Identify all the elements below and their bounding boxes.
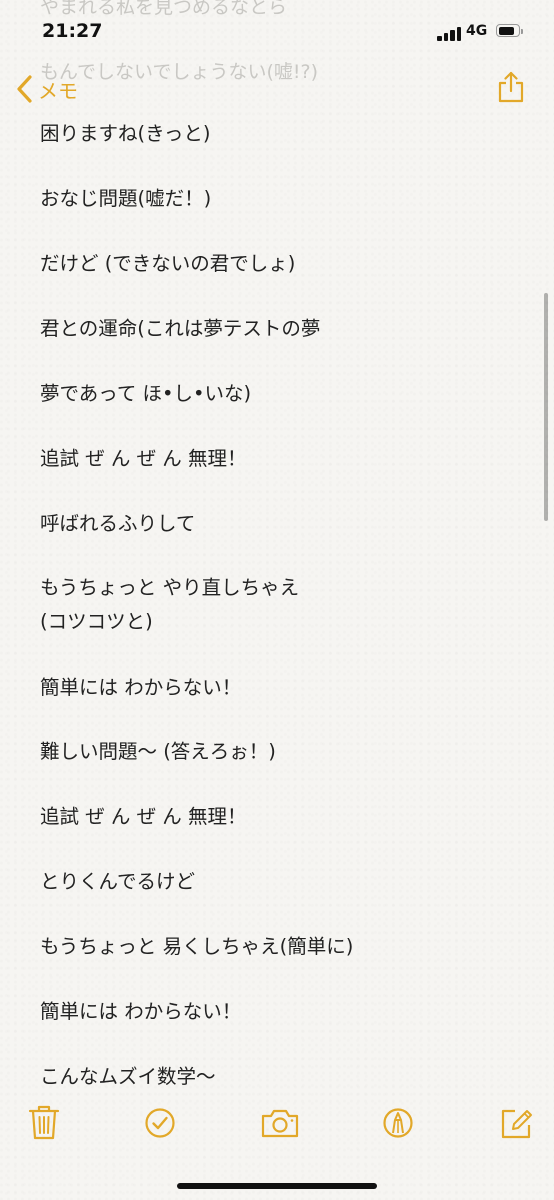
note-line: 追試 ぜ ん ぜ ん 無理！ xyxy=(40,447,247,470)
markup-icon xyxy=(383,1108,413,1138)
network-type: 4G xyxy=(466,23,488,39)
home-indicator[interactable] xyxy=(177,1183,377,1189)
note-line: 困りますね(きっと) xyxy=(40,122,211,145)
note-line: 難しい問題〜 (答えろぉ！) xyxy=(40,740,276,763)
share-icon xyxy=(498,71,524,103)
signal-icon xyxy=(437,25,463,41)
compose-icon xyxy=(501,1109,532,1139)
note-line: もうちょっと やり直しちゃえ xyxy=(40,576,300,599)
status-bar: 21:27 4G xyxy=(0,0,554,64)
markup-button[interactable] xyxy=(378,1100,418,1146)
note-line: こんなムズイ数学〜 xyxy=(40,1065,216,1088)
note-line: 君との運命(これは夢テストの夢 xyxy=(40,317,321,340)
back-button[interactable]: メモ xyxy=(14,72,78,106)
note-line: 追試 ぜ ん ぜ ん 無理！ xyxy=(40,805,247,828)
status-time: 21:27 xyxy=(42,20,103,42)
checklist-button[interactable] xyxy=(140,1100,180,1146)
note-line: 簡単には わからない！ xyxy=(40,676,242,699)
trash-icon xyxy=(28,1105,60,1140)
delete-button[interactable] xyxy=(24,1100,64,1146)
chevron-left-icon xyxy=(17,75,32,103)
camera-button[interactable] xyxy=(258,1100,302,1146)
note-line: もうちょっと 易くしちゃえ(簡単に) xyxy=(40,935,354,958)
note-line: おなじ問題(嘘だ！) xyxy=(40,187,212,210)
bottom-toolbar xyxy=(0,1100,554,1160)
scrollbar[interactable] xyxy=(544,293,548,521)
compose-button[interactable] xyxy=(496,1100,536,1146)
camera-icon xyxy=(261,1109,299,1138)
back-label: メモ xyxy=(38,78,78,103)
note-line: だけど (できないの君でしょ) xyxy=(40,252,296,275)
note-line: (コツコツと) xyxy=(40,610,153,633)
checklist-icon xyxy=(145,1108,175,1138)
note-line: 夢であって ほ•し•いな) xyxy=(40,382,252,405)
note-line: とりくんでるけど xyxy=(40,870,196,893)
battery-icon xyxy=(496,24,523,37)
share-button[interactable] xyxy=(496,70,526,104)
note-line: 呼ばれるふりして xyxy=(40,512,196,535)
note-line: 簡単には わからない！ xyxy=(40,1000,242,1023)
